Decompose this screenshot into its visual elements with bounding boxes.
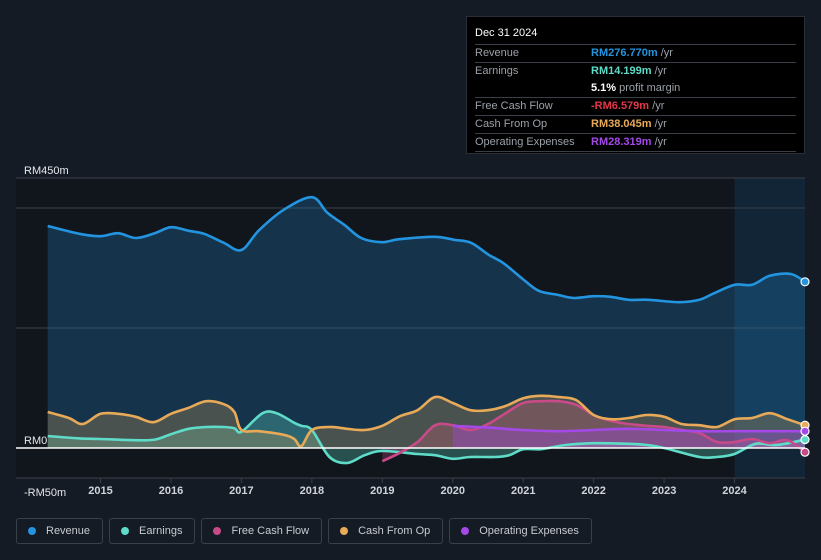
tooltip-value-group: RM28.319m /yr: [591, 134, 667, 151]
earnings-endpoint: [800, 435, 810, 445]
tooltip-row: Earnings RM14.199m /yr: [475, 63, 796, 80]
legend-item-free-cash-flow[interactable]: Free Cash Flow: [201, 518, 323, 544]
tooltip-unit: /yr: [651, 118, 667, 130]
legend-dot-icon: [213, 527, 222, 535]
tooltip-unit: /yr: [657, 47, 673, 59]
tooltip-label: Revenue: [475, 47, 520, 59]
x-tick-label: 2015: [88, 485, 112, 497]
tooltip-label: Earnings: [475, 65, 519, 77]
tooltip-value-group: -RM6.579m /yr: [591, 98, 664, 115]
tooltip-unit: /yr: [651, 65, 667, 77]
legend-label: Operating Expenses: [479, 525, 579, 537]
free-cash-flow-endpoint: [800, 447, 810, 457]
tooltip-value-group: 5.1% profit margin: [591, 80, 680, 97]
tooltip-unit: /yr: [651, 136, 667, 148]
tooltip-value: -RM6.579m: [591, 100, 650, 112]
x-tick-label: 2017: [229, 485, 253, 497]
y-tick-label: RM0: [24, 435, 47, 447]
tooltip-label: Operating Expenses: [475, 136, 575, 148]
tooltip-value: RM28.319m: [591, 136, 652, 148]
tooltip-value: RM276.770m: [591, 47, 658, 59]
tooltip-label: Free Cash Flow: [475, 100, 553, 112]
y-tick-label: RM450m: [24, 165, 69, 177]
x-tick-label: 2023: [652, 485, 676, 497]
x-tick-label: 2016: [159, 485, 183, 497]
y-tick-label: -RM50m: [24, 487, 66, 499]
legend-dot-icon: [28, 527, 36, 535]
x-tick-label: 2024: [722, 485, 747, 497]
tooltip-value-group: RM276.770m /yr: [591, 45, 673, 62]
x-tick-label: 2020: [441, 485, 465, 497]
operating-expenses-endpoint: [800, 426, 810, 436]
x-axis: 2015 2016 2017 2018 2019 2020 2021 2022 2023 2024: [88, 478, 748, 497]
tooltip-row: Revenue RM276.770m /yr: [475, 45, 796, 63]
tooltip-row: Cash From Op RM38.045m /yr: [475, 116, 796, 134]
x-tick-label: 2019: [370, 485, 394, 497]
legend-item-cash-from-op[interactable]: Cash From Op: [328, 518, 444, 544]
tooltip-label: [475, 80, 591, 97]
x-tick-label: 2018: [300, 485, 324, 497]
tooltip-row: Free Cash Flow -RM6.579m /yr: [475, 98, 796, 116]
tooltip-value-group: RM38.045m /yr: [591, 116, 667, 133]
tooltip-value-group: RM14.199m /yr: [591, 63, 667, 80]
legend: Revenue Earnings Free Cash Flow Cash From O…: [16, 518, 592, 544]
revenue-endpoint: [800, 277, 810, 287]
legend-label: Cash From Op: [358, 525, 431, 537]
legend-item-revenue[interactable]: Revenue: [16, 518, 104, 544]
tooltip-value: 5.1%: [591, 82, 617, 94]
legend-item-earnings[interactable]: Earnings: [109, 518, 196, 544]
legend-dot-icon: [340, 527, 349, 535]
legend-label: Revenue: [46, 525, 91, 537]
tooltip-row: Operating Expenses RM28.319m /yr: [475, 134, 796, 152]
tooltip-unit: /yr: [649, 100, 665, 112]
tooltip-label: Cash From Op: [475, 118, 548, 130]
legend-label: Free Cash Flow: [231, 525, 310, 537]
x-tick-label: 2021: [511, 485, 535, 497]
legend-dot-icon: [461, 527, 470, 535]
tooltip-value: RM38.045m: [591, 118, 652, 130]
legend-dot-icon: [121, 527, 130, 535]
tooltip-panel: Dec 31 2024 Revenue RM276.770m /yr Earning…: [466, 16, 805, 154]
tooltip-unit: profit margin: [616, 82, 681, 94]
tooltip-row: 5.1% profit margin: [475, 80, 796, 98]
x-tick-label: 2022: [581, 485, 605, 497]
legend-label: Earnings: [139, 525, 183, 537]
tooltip-value: RM14.199m: [591, 65, 652, 77]
tooltip-date: Dec 31 2024: [475, 25, 796, 45]
legend-item-operating-expenses[interactable]: Operating Expenses: [449, 518, 592, 544]
